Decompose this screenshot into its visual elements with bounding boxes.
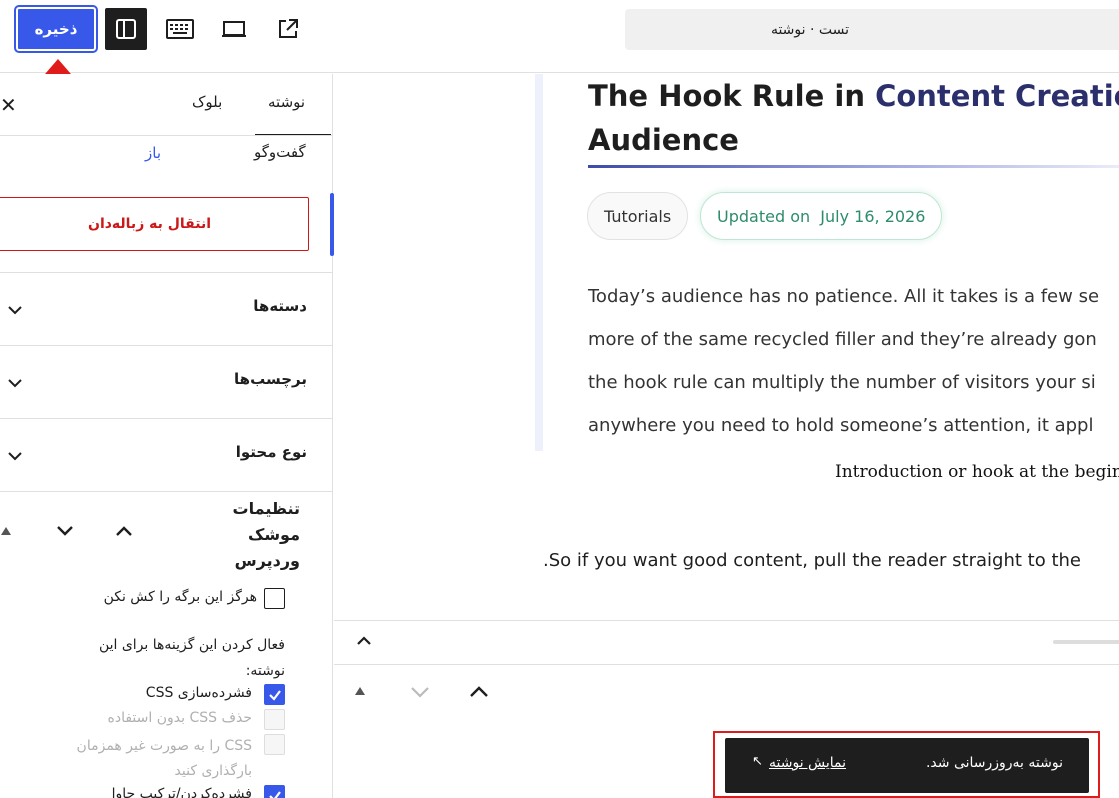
settings-title-line: وردپرس <box>234 551 300 570</box>
move-up-icon[interactable] <box>114 524 134 538</box>
enable-options-text: فعال کردن این گزینه‌ها برای این نوشته: <box>25 632 285 684</box>
snackbar-message: نوشته به‌روزرسانی شد. <box>925 755 1063 771</box>
async-css-line: بارگذاری کنید <box>174 763 252 779</box>
tags-section-title: برچسب‌ها <box>234 370 307 388</box>
chevron-down-icon <box>8 306 22 315</box>
post-title[interactable]: The Hook Rule in Content Creation Audien… <box>588 74 1119 162</box>
editor-canvas: The Hook Rule in Content Creation Audien… <box>334 74 1119 620</box>
never-cache-checkbox[interactable] <box>264 588 285 609</box>
document-title-bar[interactable]: تست · نوشته <box>625 9 1119 50</box>
chevron-up-icon[interactable] <box>468 685 490 699</box>
snackbar-notice: نوشته به‌روزرسانی شد. نمایش نوشته ↖ <box>725 738 1089 793</box>
sidebar-icon <box>116 19 136 39</box>
keyboard-icon <box>166 19 194 39</box>
title-underline <box>588 165 1119 168</box>
settings-title-line: تنظیمات <box>232 499 300 518</box>
triangle-up-icon[interactable] <box>354 686 366 696</box>
external-link-icon <box>279 19 298 38</box>
checkmark-icon <box>268 790 281 798</box>
updated-label: Updated on <box>717 206 811 226</box>
content-card-edge <box>535 74 543 451</box>
paragraph-line[interactable]: more of the same recycled filler and the… <box>588 329 1097 350</box>
paragraph-line[interactable]: the hook rule can multiply the number of… <box>588 372 1096 393</box>
sidebar-toggle-button[interactable] <box>105 8 147 50</box>
minify-css-label: فشرده‌سازی CSS <box>145 685 252 701</box>
settings-sidebar: نوشته بلوک گفت‌وگو باز انتقال به زباله‌د… <box>0 74 333 798</box>
updated-date-badge: Updated on July 16, 2026 <box>700 192 943 240</box>
chevron-down-icon <box>8 379 22 388</box>
bottom-panel-divider <box>334 664 1119 665</box>
title-highlight: Content Creation <box>875 79 1119 113</box>
tags-panel-toggle[interactable]: برچسب‌ها <box>0 346 332 418</box>
close-sidebar-icon[interactable]: ✕ <box>0 93 17 117</box>
async-css-line: CSS را به صورت غیر همزمان <box>76 738 252 754</box>
paragraph-line[interactable]: Today’s audience has no patience. All it… <box>588 286 1099 307</box>
never-cache-label: هرگز این برگه را کش نکن <box>103 589 257 605</box>
intro-caption[interactable]: Introduction or hook at the begin <box>835 462 1119 482</box>
tab-block[interactable]: بلوک <box>192 93 222 111</box>
preview-button[interactable] <box>213 8 255 50</box>
discussion-label: گفت‌وگو <box>254 143 306 161</box>
chevron-down-icon <box>8 452 22 461</box>
settings-title-line: موشک <box>247 525 300 544</box>
remove-unused-css-checkbox[interactable] <box>264 709 285 730</box>
minify-js-checkbox[interactable] <box>264 785 285 798</box>
enable-options-line: نوشته: <box>245 663 285 679</box>
remove-unused-css-label: حذف CSS بدون استفاده <box>107 710 252 726</box>
minify-css-checkbox[interactable] <box>264 684 285 705</box>
view-post-link[interactable]: نمایش نوشته <box>769 755 846 771</box>
updated-date: July 16, 2026 <box>820 206 926 226</box>
enable-options-line: فعال کردن این گزینه‌ها برای این <box>98 637 285 653</box>
editor-header: ذخیره تست · نوشته <box>0 0 1119 73</box>
async-css-checkbox[interactable] <box>264 734 285 755</box>
post-format-panel-toggle[interactable]: نوع محتوا <box>0 419 332 491</box>
view-post-button[interactable] <box>267 8 309 50</box>
desktop-preview-icon <box>222 21 246 37</box>
title-line-2: Audience <box>588 123 739 157</box>
paragraph-line[interactable]: anywhere you need to hold someone’s atte… <box>588 415 1094 436</box>
tabs-divider <box>0 135 332 136</box>
arrow-up-left-icon: ↖ <box>752 754 763 769</box>
chevron-up-icon[interactable] <box>355 634 373 648</box>
closing-paragraph[interactable]: .So if you want good content, pull the r… <box>543 550 1081 571</box>
async-css-label: CSS را به صورت غیر همزمان بارگذاری کنید <box>77 734 252 784</box>
rocket-settings-title: تنظیمات موشک وردپرس <box>200 496 300 574</box>
title-text: The Hook Rule in <box>588 79 876 113</box>
collapse-panel-icon[interactable] <box>0 526 12 536</box>
chevron-down-icon[interactable] <box>409 685 431 699</box>
discussion-value-link[interactable]: باز <box>145 144 161 162</box>
categories-section-title: دسته‌ها <box>253 297 307 315</box>
checkmark-icon <box>268 689 281 701</box>
minify-js-label: فشرده‌کردن/ترکیب جاوا <box>111 786 252 798</box>
document-title: تست · نوشته <box>770 21 850 38</box>
move-down-icon[interactable] <box>55 524 75 538</box>
tab-post[interactable]: نوشته <box>268 93 305 111</box>
category-pill[interactable]: Tutorials <box>587 192 689 240</box>
post-format-section-title: نوع محتوا <box>235 443 307 461</box>
save-button[interactable]: ذخیره <box>14 5 98 53</box>
section-divider <box>0 491 332 492</box>
resize-handle[interactable] <box>1053 640 1119 644</box>
keyboard-shortcuts-button[interactable] <box>159 8 201 50</box>
move-to-trash-button[interactable]: انتقال به زباله‌دان <box>0 197 309 251</box>
categories-panel-toggle[interactable]: دسته‌ها <box>0 273 332 345</box>
